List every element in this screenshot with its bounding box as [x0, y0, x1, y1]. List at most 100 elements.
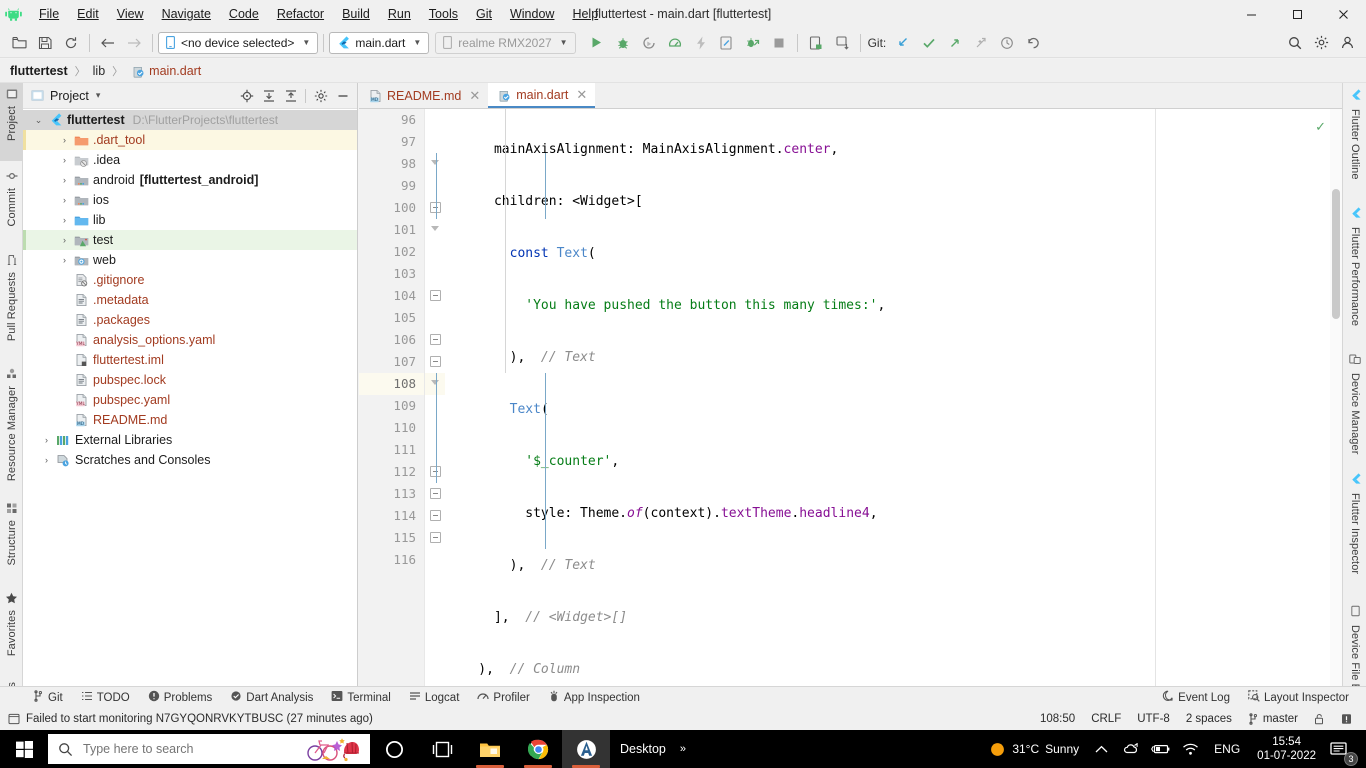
sdk-manager-icon[interactable]: [830, 31, 854, 55]
tree-node-external-libraries[interactable]: › External Libraries: [23, 430, 357, 450]
tree-node-iml[interactable]: fluttertest.iml: [23, 350, 357, 370]
chevron-right-icon-ios[interactable]: ›: [57, 195, 72, 205]
tab-readme-md[interactable]: MD README.md ✕: [359, 83, 488, 108]
taskbar-desktop-label[interactable]: Desktop: [610, 742, 676, 756]
chevron-right-icon-test[interactable]: ›: [57, 235, 72, 245]
tree-node-packages[interactable]: .packages: [23, 310, 357, 330]
bottom-tab-todo[interactable]: TODO: [72, 688, 139, 708]
tree-node-metadata[interactable]: .metadata: [23, 290, 357, 310]
avd-manager-icon[interactable]: [804, 31, 828, 55]
chevron-down-icon-root[interactable]: ⌄: [31, 115, 46, 126]
chevron-right-icon-dart-tool[interactable]: ›: [57, 135, 72, 145]
run-button[interactable]: [585, 31, 609, 55]
code-line-102[interactable]: '$_counter',: [445, 451, 1342, 473]
close-button[interactable]: [1320, 0, 1366, 28]
attach-debugger-icon[interactable]: [741, 31, 765, 55]
chevron-right-icon-scratches[interactable]: ›: [39, 455, 54, 465]
editor-tabs[interactable]: MD README.md ✕ main.dart ✕: [359, 83, 1342, 109]
chevron-right-icon-web[interactable]: ›: [57, 255, 72, 265]
tree-node-gitignore[interactable]: .gitignore: [23, 270, 357, 290]
windows-start-icon[interactable]: [0, 730, 48, 768]
tree-node-readme[interactable]: MD README.md: [23, 410, 357, 430]
sidebar-tab-device-manager[interactable]: Device Manager: [1343, 351, 1366, 458]
tree-node-idea[interactable]: › .idea: [23, 150, 357, 170]
code-line-96[interactable]: mainAxisAlignment: MainAxisAlignment.cen…: [445, 139, 1342, 161]
run-with-coverage-button[interactable]: [637, 31, 661, 55]
code-line-99[interactable]: 'You have pushed the button this many ti…: [445, 295, 1342, 317]
forward-arrow-icon[interactable]: [122, 31, 146, 55]
caret-position[interactable]: 108:50: [1032, 709, 1083, 729]
notification-icon[interactable]: [8, 713, 20, 725]
breadcrumb-folder[interactable]: lib: [93, 64, 106, 78]
unlocked-icon[interactable]: [1306, 709, 1333, 729]
chevron-right-icon-lib[interactable]: ›: [57, 215, 72, 225]
tree-node-ios[interactable]: › ios: [23, 190, 357, 210]
menu-build[interactable]: Build: [333, 3, 379, 25]
device-selector-dropdown[interactable]: <no device selected> ▼: [158, 31, 319, 54]
bottom-tab-layout-inspector[interactable]: Layout Inspector: [1239, 688, 1358, 708]
target-device-dropdown[interactable]: realme RMX2027 ▼: [435, 31, 576, 54]
debug-button[interactable]: [611, 31, 635, 55]
onedrive-icon[interactable]: [1117, 730, 1145, 768]
close-icon-main-dart[interactable]: ✕: [576, 87, 587, 103]
sidebar-tab-flutter-performance[interactable]: Flutter Performance: [1343, 205, 1366, 329]
sidebar-tab-device-file-explorer[interactable]: Device File Explorer: [1343, 603, 1366, 687]
git-history-icon[interactable]: [995, 31, 1019, 55]
menu-tools[interactable]: Tools: [420, 3, 467, 25]
project-tree[interactable]: ⌄ fluttertest D:\FlutterProjects\flutter…: [23, 109, 357, 470]
git-update-project-icon[interactable]: [969, 31, 993, 55]
project-scope-chevron-icon[interactable]: ▾: [96, 90, 101, 101]
code-line-106[interactable]: ), // Column: [445, 659, 1342, 681]
bottom-tab-terminal[interactable]: Terminal: [322, 688, 399, 708]
code-lines[interactable]: mainAxisAlignment: MainAxisAlignment.cen…: [445, 109, 1342, 686]
sidebar-tab-commit[interactable]: Commit: [0, 165, 23, 245]
back-arrow-icon[interactable]: [96, 31, 120, 55]
window-controls[interactable]: [1228, 0, 1366, 28]
editor-scrollbar-thumb[interactable]: [1332, 189, 1340, 319]
menu-file[interactable]: File: [30, 3, 68, 25]
bottom-tab-app-inspection[interactable]: App Inspection: [539, 688, 649, 708]
inspection-status-icon[interactable]: ✓: [1315, 119, 1326, 135]
settings-gear-icon-panel[interactable]: [310, 85, 331, 106]
chevron-right-icon-idea[interactable]: ›: [57, 155, 72, 165]
open-folder-icon[interactable]: [7, 31, 31, 55]
hide-panel-icon[interactable]: [332, 85, 353, 106]
taskbar-task-view-icon[interactable]: [418, 730, 466, 768]
flutter-hot-reload-icon[interactable]: [715, 31, 739, 55]
fold-end-icon-2[interactable]: [430, 290, 441, 301]
notification-center-icon[interactable]: 3: [1324, 730, 1360, 768]
code-line-105[interactable]: ], // <Widget>[]: [445, 607, 1342, 629]
menu-window[interactable]: Window: [501, 3, 563, 25]
minimize-button[interactable]: [1228, 0, 1274, 28]
profile-button[interactable]: [663, 31, 687, 55]
menu-bar[interactable]: File Edit View Navigate Code Refactor Bu…: [30, 3, 607, 25]
tree-node-android[interactable]: › android [fluttertest_android]: [23, 170, 357, 190]
bottom-tab-logcat[interactable]: Logcat: [400, 688, 469, 708]
taskbar-search-box[interactable]: [48, 734, 370, 764]
maximize-button[interactable]: [1274, 0, 1320, 28]
sidebar-tab-flutter-inspector[interactable]: Flutter Inspector: [1343, 471, 1366, 577]
taskbar-chrome-icon[interactable]: [514, 730, 562, 768]
sidebar-tab-structure[interactable]: Structure: [0, 497, 23, 583]
locate-icon[interactable]: [236, 85, 257, 106]
indent-setting[interactable]: 2 spaces: [1178, 709, 1240, 729]
code-line-100[interactable]: ), // Text: [445, 347, 1342, 369]
breadcrumb-project[interactable]: fluttertest: [10, 64, 68, 78]
git-update-icon[interactable]: [891, 31, 915, 55]
menu-code[interactable]: Code: [220, 3, 268, 25]
save-all-icon[interactable]: [33, 31, 57, 55]
fold-end-icon-4[interactable]: [430, 356, 441, 367]
git-commit-icon[interactable]: [917, 31, 941, 55]
menu-view[interactable]: View: [108, 3, 153, 25]
bottom-tab-event-log[interactable]: Event Log: [1153, 688, 1239, 708]
fold-end-icon-3[interactable]: [430, 334, 441, 345]
file-encoding[interactable]: UTF-8: [1129, 709, 1178, 729]
menu-git[interactable]: Git: [467, 3, 501, 25]
tree-node-fluttertest[interactable]: ⌄ fluttertest D:\FlutterProjects\flutter…: [23, 110, 357, 130]
chevron-right-icon-external[interactable]: ›: [39, 435, 54, 445]
menu-edit[interactable]: Edit: [68, 3, 108, 25]
code-editor[interactable]: 96 97 98 99 100 101 102 103 104 105 106 …: [359, 109, 1342, 686]
menu-refactor[interactable]: Refactor: [268, 3, 333, 25]
code-line-104[interactable]: ), // Text: [445, 555, 1342, 577]
sync-gradle-icon[interactable]: [59, 31, 83, 55]
